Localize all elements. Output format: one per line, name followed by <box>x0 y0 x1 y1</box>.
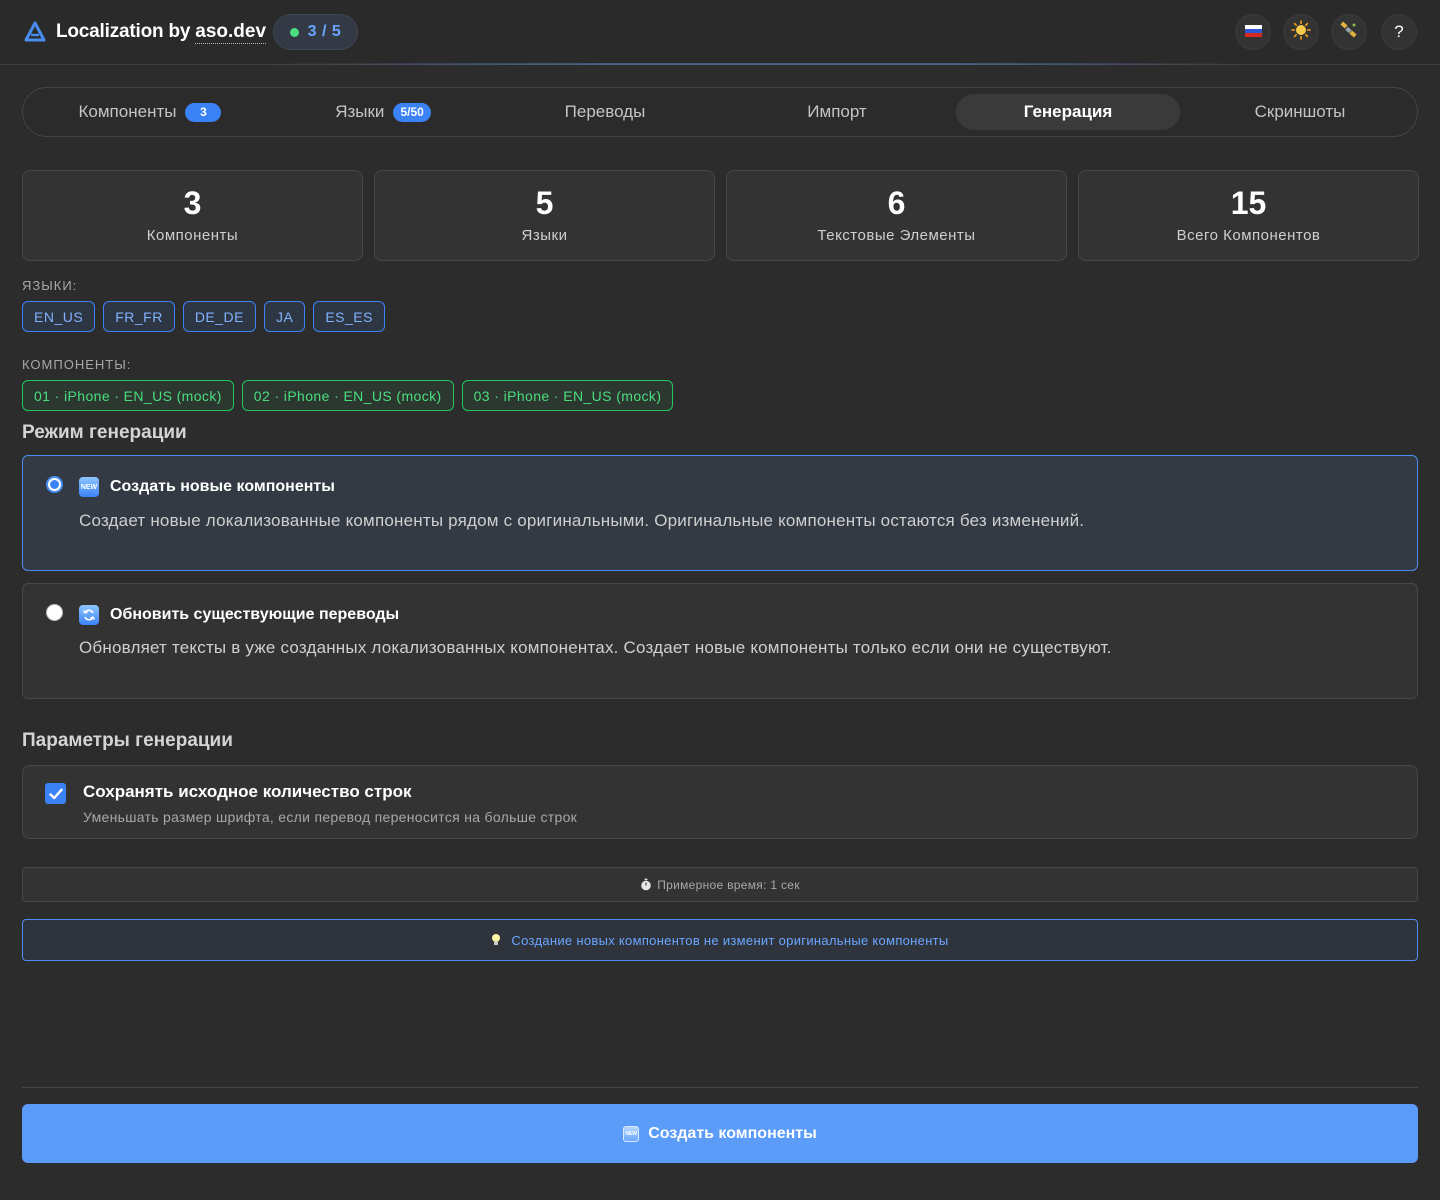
new-icon: NEW <box>623 1125 640 1142</box>
stat-label: Текстовые Элементы <box>817 227 976 244</box>
language-chip: DE_DE <box>182 301 256 332</box>
mode-option-create-new[interactable]: NEW Создать новые компоненты Создает нов… <box>22 455 1418 571</box>
estimated-time-text: Примерное время: 1 сек <box>657 877 800 892</box>
language-chip: JA <box>264 301 306 332</box>
component-chip: 01 · iPhone · EN_US (mock) <box>22 380 234 411</box>
language-button[interactable] <box>1235 14 1271 50</box>
mode-description: Создает новые локализованные компоненты … <box>79 511 1085 530</box>
theme-toggle-button[interactable] <box>1283 14 1319 50</box>
tab-label: Языки <box>335 102 385 121</box>
tab-components[interactable]: Компоненты 3 <box>45 94 255 130</box>
generation-params-title: Параметры генерации <box>22 730 233 751</box>
stat-label: Компоненты <box>146 227 239 244</box>
stat-card-components: 3 Компоненты <box>22 170 363 261</box>
languages-count-badge: 5/50 <box>393 102 431 122</box>
info-tip-text: Создание новых компонентов не изменит ор… <box>511 932 949 948</box>
keep-lines-option[interactable]: Сохранять исходное количество строк Умен… <box>22 765 1418 839</box>
keep-lines-description: Уменьшать размер шрифта, если перевод пе… <box>83 809 578 825</box>
help-icon: ? <box>1394 22 1404 41</box>
refresh-icon <box>79 605 99 625</box>
languages-label: ЯЗЫКИ: <box>22 278 78 293</box>
stat-card-total-components: 15 Всего Компонентов <box>1078 170 1419 261</box>
aso-logo-icon <box>24 21 46 43</box>
stat-value: 15 <box>1230 185 1267 221</box>
component-chip: 03 · iPhone · EN_US (mock) <box>461 380 674 411</box>
main-tabs: Компоненты 3 Языки 5/50 Переводы Импорт … <box>22 87 1418 137</box>
tab-label: Импорт <box>807 102 867 121</box>
info-tip-bar: Создание новых компонентов не изменит ор… <box>22 919 1418 961</box>
language-chip: FR_FR <box>103 301 175 332</box>
keep-lines-title: Сохранять исходное количество строк <box>83 782 412 801</box>
progress-pill: 3 / 5 <box>273 14 358 50</box>
header-progress-glow <box>260 63 1250 65</box>
new-icon: NEW <box>79 477 99 497</box>
mode-title: Создать новые компоненты <box>110 478 335 495</box>
sun-icon <box>1291 19 1311 45</box>
tab-translations[interactable]: Переводы <box>493 94 717 130</box>
progress-text: 3 / 5 <box>307 23 342 40</box>
stat-value: 5 <box>535 185 554 221</box>
stat-label: Языки <box>521 227 568 244</box>
tab-languages[interactable]: Языки 5/50 <box>283 94 483 130</box>
mode-radio-create-new[interactable] <box>46 476 63 493</box>
generation-mode-title: Режим генерации <box>22 422 187 443</box>
satellite-icon <box>1339 20 1359 45</box>
create-components-button[interactable]: NEW Создать компоненты <box>22 1104 1418 1163</box>
create-components-label: Создать компоненты <box>648 1124 817 1142</box>
tab-import[interactable]: Импорт <box>725 94 949 130</box>
stat-value: 6 <box>887 185 906 221</box>
stat-card-languages: 5 Языки <box>374 170 715 261</box>
tab-label: Компоненты <box>78 102 177 121</box>
tab-label: Генерация <box>1023 102 1113 121</box>
app-header: Localization by aso.dev 3 / 5 ? <box>0 0 1440 65</box>
mode-radio-update-existing[interactable] <box>46 604 63 621</box>
components-chip-list: 01 · iPhone · EN_US (mock) 02 · iPhone ·… <box>22 380 674 411</box>
tab-label: Переводы <box>564 102 646 121</box>
languages-chip-list: EN_US FR_FR DE_DE JA ES_ES <box>22 301 385 332</box>
component-chip: 02 · iPhone · EN_US (mock) <box>241 380 454 411</box>
components-label: КОМПОНЕНТЫ: <box>22 357 132 372</box>
tab-label: Скриншоты <box>1254 102 1346 121</box>
mode-description: Обновляет тексты в уже созданных локализ… <box>79 638 1112 657</box>
language-chip: ES_ES <box>313 301 385 332</box>
lightbulb-icon <box>491 933 501 947</box>
brand: Localization by aso.dev <box>24 19 267 45</box>
russian-flag-icon <box>1244 22 1262 42</box>
app-title: Localization by <box>56 21 191 42</box>
satellite-button[interactable] <box>1331 14 1367 50</box>
components-count-badge: 3 <box>185 102 222 122</box>
stat-value: 3 <box>183 185 202 221</box>
stat-label: Всего Компонентов <box>1176 227 1321 244</box>
aso-dev-link[interactable]: aso.dev <box>195 21 267 44</box>
help-button[interactable]: ? <box>1381 14 1417 50</box>
footer-divider <box>22 1087 1418 1088</box>
estimated-time-bar: Примерное время: 1 сек <box>22 867 1418 902</box>
tab-generation[interactable]: Генерация <box>956 94 1180 130</box>
status-dot-icon <box>289 27 299 37</box>
stat-card-text-elements: 6 Текстовые Элементы <box>726 170 1067 261</box>
keep-lines-checkbox[interactable] <box>45 783 66 804</box>
mode-title: Обновить существующие переводы <box>110 606 400 623</box>
mode-option-update-existing[interactable]: Обновить существующие переводы Обновляет… <box>22 583 1418 699</box>
language-chip: EN_US <box>22 301 96 332</box>
tab-screenshots[interactable]: Скриншоты <box>1188 94 1412 130</box>
checkmark-icon <box>48 788 63 799</box>
stopwatch-icon <box>640 878 652 891</box>
